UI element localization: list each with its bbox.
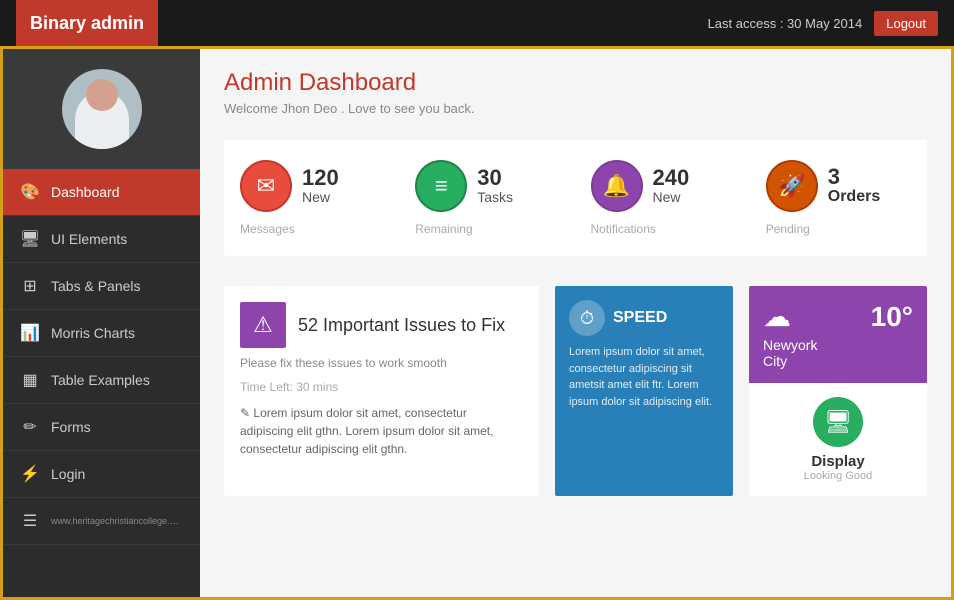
brand-title: Binary admin	[16, 0, 158, 46]
stat-notifications-values: 240 New	[653, 167, 690, 205]
edit-icon: ✎	[240, 406, 250, 420]
cloud-icon: ☁	[763, 300, 791, 333]
stat-notifications: 🔔 240 New Notifications	[591, 160, 736, 236]
messages-number: 120	[302, 167, 339, 189]
stat-tasks: ≡ 30 Tasks Remaining	[415, 160, 560, 236]
stat-orders-values: 3 Orders	[828, 166, 880, 206]
sidebar-item-ui-label: UI Elements	[51, 231, 127, 247]
sidebar-url: www.heritagechristiancollege.com	[51, 516, 181, 526]
speed-panel: ⏱ SPEED Lorem ipsum dolor sit amet, cons…	[555, 286, 733, 496]
display-icon: 🖥	[813, 397, 863, 447]
orders-number: 3	[828, 166, 880, 188]
sidebar-item-dashboard-label: Dashboard	[51, 184, 120, 200]
logout-button[interactable]: Logout	[874, 11, 938, 36]
last-access-text: Last access : 30 May 2014	[708, 16, 863, 31]
display-title: Display	[811, 453, 864, 470]
orders-desc: Pending	[766, 222, 810, 236]
orders-icon: 🚀	[766, 160, 818, 212]
sidebar-item-extra[interactable]: ☰ www.heritagechristiancollege.com	[3, 498, 200, 545]
notifications-desc: Notifications	[591, 222, 656, 236]
stat-tasks-values: 30 Tasks	[477, 167, 513, 205]
issue-body: ✎ Lorem ipsum dolor sit amet, consectetu…	[240, 404, 523, 458]
sidebar-item-morris-charts[interactable]: 📊 Morris Charts	[3, 310, 200, 357]
issue-header: ⚠ 52 Important Issues to Fix	[240, 302, 523, 348]
header: Binary admin Last access : 30 May 2014 L…	[0, 0, 954, 46]
warning-icon: ⚠	[240, 302, 286, 348]
extra-icon: ☰	[19, 510, 41, 532]
issue-time: Time Left: 30 mins	[240, 380, 523, 394]
tasks-icon: ≡	[415, 160, 467, 212]
chart-icon: 📊	[19, 322, 41, 344]
stat-messages-top: ✉ 120 New	[240, 160, 339, 212]
sidebar-item-forms-label: Forms	[51, 419, 91, 435]
weather-panel: ☁ 10° Newyork City	[749, 286, 927, 383]
stats-row: ✉ 120 New Messages ≡ 30 Tasks Rem	[224, 140, 927, 256]
sidebar-item-morris-label: Morris Charts	[51, 325, 135, 341]
messages-label: New	[302, 189, 339, 205]
weather-temp: 10°	[871, 301, 913, 333]
forms-icon: ✏	[19, 416, 41, 438]
stat-notifications-top: 🔔 240 New	[591, 160, 690, 212]
main-layout: 🎨 Dashboard 🖥 UI Elements ⊞ Tabs & Panel…	[0, 46, 954, 600]
table-icon: ▦	[19, 369, 41, 391]
sidebar-item-table-label: Table Examples	[51, 372, 150, 388]
issue-body-text: Lorem ipsum dolor sit amet, consectetur …	[240, 406, 493, 456]
content-area: Admin Dashboard Welcome Jhon Deo . Love …	[200, 49, 951, 597]
stat-tasks-top: ≡ 30 Tasks	[415, 160, 513, 212]
display-panel: 🖥 Display Looking Good	[749, 383, 927, 496]
monitor-icon: 🖥	[19, 228, 41, 250]
tasks-number: 30	[477, 167, 513, 189]
notifications-number: 240	[653, 167, 690, 189]
issue-subtitle: Please fix these issues to work smooth	[240, 356, 523, 370]
stat-orders-top: 🚀 3 Orders	[766, 160, 880, 212]
sidebar-item-dashboard[interactable]: 🎨 Dashboard	[3, 169, 200, 216]
issue-title: 52 Important Issues to Fix	[298, 315, 505, 336]
sidebar-item-table-examples[interactable]: ▦ Table Examples	[3, 357, 200, 404]
sidebar-item-login[interactable]: ⚡ Login	[3, 451, 200, 498]
right-panels: ☁ 10° Newyork City 🖥 Display Looking Goo…	[749, 286, 927, 496]
messages-icon: ✉	[240, 160, 292, 212]
speed-header: ⏱ SPEED	[569, 300, 719, 336]
bottom-section: ⚠ 52 Important Issues to Fix Please fix …	[224, 286, 927, 496]
weather-top: ☁ 10°	[763, 300, 913, 333]
speed-body: Lorem ipsum dolor sit amet, consectetur …	[569, 344, 719, 410]
stat-orders: 🚀 3 Orders Pending	[766, 160, 911, 236]
page-title: Admin Dashboard	[224, 69, 927, 97]
sidebar-item-ui-elements[interactable]: 🖥 UI Elements	[3, 216, 200, 263]
sidebar-nav: 🎨 Dashboard 🖥 UI Elements ⊞ Tabs & Panel…	[3, 169, 200, 597]
stat-messages: ✉ 120 New Messages	[240, 160, 385, 236]
tasks-desc: Remaining	[415, 222, 472, 236]
sidebar-item-forms[interactable]: ✏ Forms	[3, 404, 200, 451]
sidebar: 🎨 Dashboard 🖥 UI Elements ⊞ Tabs & Panel…	[3, 49, 200, 597]
tabs-icon: ⊞	[19, 275, 41, 297]
notifications-label: New	[653, 189, 690, 205]
weather-city: Newyork City	[763, 337, 817, 369]
display-sub: Looking Good	[804, 470, 873, 482]
stat-messages-values: 120 New	[302, 167, 339, 205]
sidebar-item-tabs-panels[interactable]: ⊞ Tabs & Panels	[3, 263, 200, 310]
sidebar-avatar	[3, 49, 200, 169]
sidebar-item-login-label: Login	[51, 466, 85, 482]
speed-title: SPEED	[613, 309, 667, 327]
messages-desc: Messages	[240, 222, 295, 236]
notifications-icon: 🔔	[591, 160, 643, 212]
login-icon: ⚡	[19, 463, 41, 485]
dashboard-icon: 🎨	[19, 181, 41, 203]
sidebar-item-tabs-label: Tabs & Panels	[51, 278, 141, 294]
speedometer-icon: ⏱	[569, 300, 605, 336]
issues-panel: ⚠ 52 Important Issues to Fix Please fix …	[224, 286, 539, 496]
header-right: Last access : 30 May 2014 Logout	[708, 11, 938, 36]
tasks-label: Tasks	[477, 189, 513, 205]
orders-label: Orders	[828, 188, 880, 206]
page-subtitle: Welcome Jhon Deo . Love to see you back.	[224, 101, 927, 116]
avatar	[62, 69, 142, 149]
